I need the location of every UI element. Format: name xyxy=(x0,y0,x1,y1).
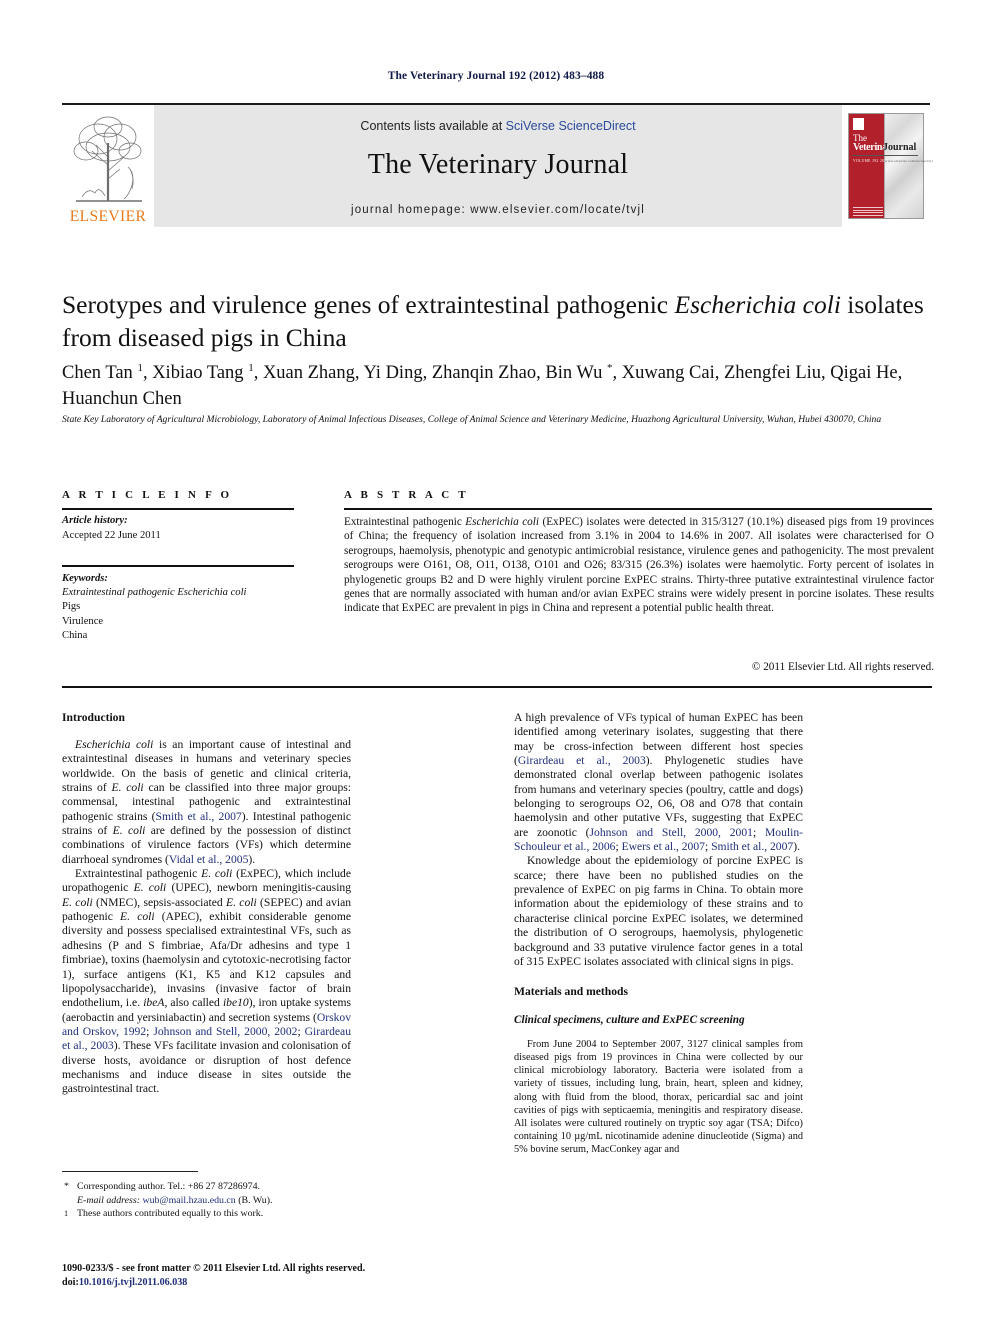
doi-line: doi:10.1016/j.tvjl.2011.06.038 xyxy=(62,1276,482,1290)
contents-line: Contents lists available at SciVerse Sci… xyxy=(154,119,842,133)
abstract-bottom-rule xyxy=(62,686,932,688)
email-suffix: (B. Wu). xyxy=(238,1194,273,1206)
contents-prefix: Contents lists available at xyxy=(360,119,506,134)
equal-contribution-text: These authors contributed equally to thi… xyxy=(77,1208,264,1220)
footnote-email: E-mail address: wub@mail.hzau.edu.cn (B.… xyxy=(62,1194,362,1208)
imprint-block: 1090-0233/$ - see front matter © 2011 El… xyxy=(62,1262,482,1289)
sciencedirect-link[interactable]: SciVerse ScienceDirect xyxy=(506,119,636,133)
elsevier-wordmark: ELSEVIER xyxy=(69,208,147,226)
right-paragraph-1: A high prevalence of VFs typical of huma… xyxy=(514,711,803,854)
asterisk-icon: * xyxy=(64,1181,69,1192)
title-part1: Serotypes and virulence genes of extrain… xyxy=(62,290,675,319)
subsection-heading-clinical-specimens: Clinical specimens, culture and ExPEC sc… xyxy=(514,1014,745,1027)
email-label: E-mail address: xyxy=(77,1194,140,1206)
article-history-label: Article history: xyxy=(62,515,128,526)
corresponding-author-text: Corresponding author. Tel.: +86 27 87286… xyxy=(77,1181,260,1192)
keywords-label: Keywords: xyxy=(62,573,108,584)
intro-paragraph-1: Escherichia coli is an important cause o… xyxy=(62,738,351,866)
running-head: The Veterinary Journal 192 (2012) 483–48… xyxy=(387,70,605,82)
email-link[interactable]: wub@mail.hzau.edu.cn xyxy=(142,1195,235,1206)
body-column-left: Introduction Escherichia coli is an impo… xyxy=(62,711,351,1097)
cover-image: The Veterinary Journal VOLUME 192 2012 w… xyxy=(848,113,933,220)
footnote-rule xyxy=(62,1171,198,1172)
masthead-center: Contents lists available at SciVerse Sci… xyxy=(154,105,842,228)
section-heading-materials-and-methods: Materials and methods xyxy=(514,985,629,999)
journal-title: The Veterinary Journal xyxy=(367,149,629,181)
article-title: Serotypes and virulence genes of extrain… xyxy=(62,288,932,354)
keywords-rule xyxy=(62,565,294,567)
journal-cover-thumbnail: The Veterinary Journal VOLUME 192 2012 w… xyxy=(842,105,933,228)
section-heading-introduction: Introduction xyxy=(62,711,125,724)
keyword-item: China xyxy=(62,629,88,641)
info-rule xyxy=(62,508,294,510)
footnote-corresponding-author: * Corresponding author. Tel.: +86 27 872… xyxy=(62,1180,362,1194)
keyword-item: Pigs xyxy=(62,601,81,613)
article-history-value: Accepted 22 June 2011 xyxy=(62,529,161,541)
issn-line: 1090-0233/$ - see front matter © 2011 El… xyxy=(62,1263,366,1274)
keyword-item: Extraintestinal pathogenic Escherichia c… xyxy=(62,586,312,600)
cover-elsevier-icon xyxy=(853,118,864,131)
footnote-equal-contribution: 1 These authors contributed equally to t… xyxy=(62,1207,362,1221)
cover-sub-left: VOLUME 192 2012 xyxy=(853,159,889,164)
keyword-item: Virulence xyxy=(62,615,104,627)
elsevier-tree-icon xyxy=(73,116,142,202)
cover-red-panel: The Veterinary xyxy=(849,114,896,219)
cover-footer-lines xyxy=(853,207,883,216)
methods-paragraph-1: From June 2004 to September 2007, 3127 c… xyxy=(514,1039,803,1155)
footnote-block: * Corresponding author. Tel.: +86 27 872… xyxy=(62,1180,362,1221)
article-info-heading: A R T I C L E I N F O xyxy=(62,489,233,501)
affiliation: State Key Laboratory of Agricultural Mic… xyxy=(62,414,882,425)
abstract-text: Extraintestinal pathogenic Escherichia c… xyxy=(344,516,935,615)
abstract-heading: A B S T R A C T xyxy=(344,489,469,501)
journal-article-page: The Veterinary Journal 192 (2012) 483–48… xyxy=(0,0,992,1323)
cover-sub-right: www.elsevier.com/locate/tvjl xyxy=(885,159,933,164)
title-species-italic: Escherichia coli xyxy=(674,290,841,319)
doi-label: doi: xyxy=(62,1276,79,1288)
journal-masthead: ELSEVIER Contents lists available at Sci… xyxy=(62,103,933,228)
cover-rule xyxy=(852,155,918,157)
author-list: Chen Tan 1, Xibiao Tang 1, Xuan Zhang, Y… xyxy=(62,362,903,410)
keyword-0: Extraintestinal pathogenic Escherichia c… xyxy=(62,587,247,599)
cover-line3: Journal xyxy=(883,142,917,154)
abstract-rule xyxy=(344,508,932,510)
journal-homepage[interactable]: journal homepage: www.elsevier.com/locat… xyxy=(154,204,842,216)
copyright-line: © 2011 Elsevier Ltd. All rights reserved… xyxy=(751,661,934,673)
footnote-marker-1: 1 xyxy=(64,1209,69,1219)
cover-marble-panel xyxy=(883,114,923,219)
body-column-right: A high prevalence of VFs typical of huma… xyxy=(514,711,803,1156)
article-history: Article history: Accepted 22 June 2011 xyxy=(62,514,302,543)
keywords-block: Keywords: Extraintestinal pathogenic Esc… xyxy=(62,572,312,643)
intro-paragraph-2: Extraintestinal pathogenic E. coli (ExPE… xyxy=(62,867,352,1096)
doi-link[interactable]: 10.1016/j.tvjl.2011.06.038 xyxy=(79,1277,188,1288)
elsevier-logo: ELSEVIER xyxy=(62,105,154,228)
right-paragraph-2: Knowledge about the epidemiology of porc… xyxy=(514,854,803,968)
